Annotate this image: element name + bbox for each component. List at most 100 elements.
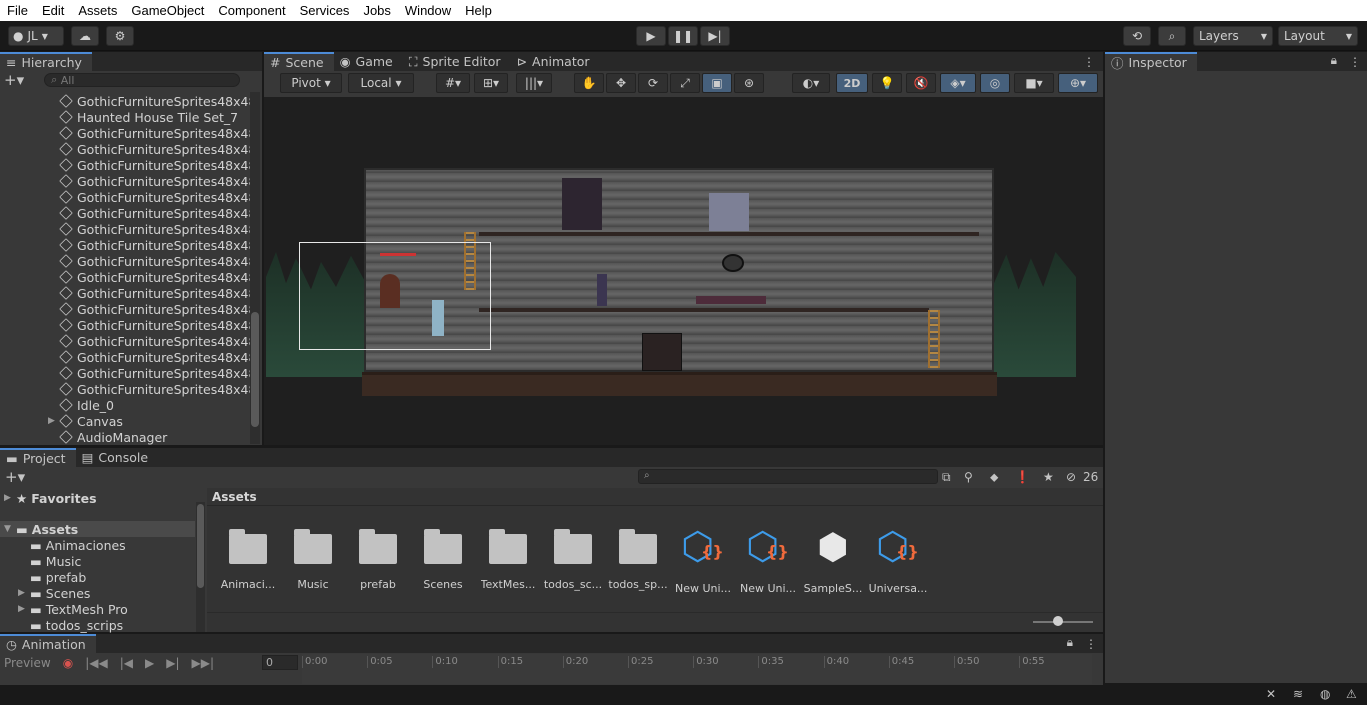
hierarchy-item[interactable]: GothicFurnitureSprites48x48_3: [48, 93, 250, 109]
asset-item[interactable]: TextMes...: [478, 528, 538, 591]
last-key-icon[interactable]: ▶▶|: [192, 656, 215, 670]
record-icon[interactable]: ◉: [63, 656, 73, 670]
asset-item[interactable]: Animaci...: [218, 528, 278, 591]
hierarchy-item[interactable]: GothicFurnitureSprites48x48_1: [48, 125, 250, 141]
camera-dropdown[interactable]: ■▾: [1014, 73, 1054, 93]
asset-item[interactable]: ⬡{} New Uni...: [673, 524, 733, 595]
menu-component[interactable]: Component: [211, 3, 292, 18]
undo-history-button[interactable]: ⟲: [1123, 26, 1151, 46]
collab-button[interactable]: ⚙: [106, 26, 134, 46]
hierarchy-item[interactable]: GothicFurnitureSprites48x48_14: [48, 333, 250, 349]
folder-item[interactable]: ▬ Animaciones: [18, 537, 126, 553]
tab-game[interactable]: ◉ Game: [334, 52, 403, 71]
rect-tool-button[interactable]: ▣: [702, 73, 732, 93]
hierarchy-item[interactable]: GothicFurnitureSprites48x48_17: [48, 381, 250, 397]
cache-icon[interactable]: ≋: [1293, 687, 1303, 701]
asset-item[interactable]: todos_sc...: [543, 528, 603, 591]
prev-key-icon[interactable]: |◀: [120, 656, 133, 670]
auto-generate-icon[interactable]: ◍: [1320, 687, 1330, 701]
play-button[interactable]: ▶: [636, 26, 666, 46]
tab-console[interactable]: ▤ Console: [76, 448, 158, 467]
tab-sprite-editor[interactable]: ⛶ Sprite Editor: [403, 52, 511, 71]
local-dropdown[interactable]: Local ▾: [348, 73, 414, 93]
step-button[interactable]: ▶|: [700, 26, 730, 46]
gizmos-dropdown[interactable]: ⊕▾: [1058, 73, 1098, 93]
tab-hierarchy[interactable]: ≡ Hierarchy: [0, 52, 92, 71]
more-options-icon[interactable]: ⋮: [1075, 55, 1103, 71]
pause-button[interactable]: ❚❚: [668, 26, 698, 46]
hierarchy-item[interactable]: GothicFurnitureSprites48x48_2: [48, 141, 250, 157]
menu-gameobject[interactable]: GameObject: [124, 3, 211, 18]
debug-icon[interactable]: ✕: [1266, 687, 1276, 701]
layout-dropdown[interactable]: Layout ▼: [1278, 26, 1358, 46]
hierarchy-item[interactable]: GothicFurnitureSprites48x48_10: [48, 269, 250, 285]
hierarchy-item[interactable]: GothicFurnitureSprites48x48_16: [48, 365, 250, 381]
audio-button[interactable]: 🔇: [906, 73, 936, 93]
tab-scene[interactable]: # Scene: [264, 52, 334, 71]
hierarchy-item[interactable]: GothicFurnitureSprites48x48_11: [48, 285, 250, 301]
notification-icon[interactable]: ⚠: [1346, 687, 1357, 701]
expand-arrow-icon[interactable]: ▶: [18, 588, 30, 598]
filter-icon[interactable]: ⚲: [964, 470, 973, 484]
next-key-icon[interactable]: ▶|: [166, 656, 179, 670]
hierarchy-item[interactable]: GothicFurnitureSprites48x48_9: [48, 253, 250, 269]
move-tool-button[interactable]: ✥: [606, 73, 636, 93]
zoom-slider-thumb[interactable]: [1053, 616, 1063, 626]
cloud-button[interactable]: ☁: [71, 26, 99, 46]
project-search-input[interactable]: ⌕: [638, 469, 938, 484]
asset-item[interactable]: prefab: [348, 528, 408, 591]
scale-tool-button[interactable]: ⤢: [670, 73, 700, 93]
tab-inspector[interactable]: ⓘ Inspector: [1105, 52, 1197, 71]
effects-dropdown[interactable]: ◈▾: [940, 73, 976, 93]
preview-button[interactable]: Preview: [4, 656, 51, 670]
tab-animator[interactable]: ⊳ Animator: [511, 52, 600, 71]
hierarchy-item[interactable]: GothicFurnitureSprites48x48_6: [48, 205, 250, 221]
scene-canvas[interactable]: [264, 98, 1103, 445]
first-key-icon[interactable]: |◀◀: [85, 656, 108, 670]
star-icon[interactable]: ★: [1043, 470, 1054, 484]
warning-icon[interactable]: ❗: [1015, 470, 1030, 484]
label-icon[interactable]: ⬥: [990, 470, 998, 485]
account-dropdown[interactable]: ● JL ▼: [8, 26, 64, 46]
timeline-ruler[interactable]: 0:00 0:05 0:10 0:15 0:20 0:25 0:30 0:35 0:40 0:45…: [302, 654, 1092, 684]
assets-root-item[interactable]: ▼ ▬ Assets: [0, 521, 195, 537]
tab-animation[interactable]: ◷ Animation: [0, 634, 96, 653]
align-button[interactable]: |||▾: [516, 73, 552, 93]
scrollbar-thumb[interactable]: [197, 504, 204, 588]
hand-tool-button[interactable]: ✋: [574, 73, 604, 93]
hierarchy-item[interactable]: Idle_0: [48, 397, 114, 413]
scrollbar-thumb[interactable]: [251, 312, 259, 427]
asset-item[interactable]: ⬢ SampleS...: [803, 528, 863, 596]
hierarchy-item[interactable]: Haunted House Tile Set_7: [48, 109, 238, 125]
hierarchy-item[interactable]: GothicFurnitureSprites48x48_3: [48, 157, 250, 173]
favorites-item[interactable]: ▶ ★ Favorites: [4, 490, 97, 506]
menu-services[interactable]: Services: [293, 3, 357, 18]
hierarchy-item[interactable]: GothicFurnitureSprites48x48_15: [48, 349, 250, 365]
search-button[interactable]: ⌕: [1158, 26, 1186, 46]
menu-file[interactable]: File: [0, 3, 35, 18]
add-icon[interactable]: +▾: [0, 468, 25, 486]
grid-snap-button[interactable]: #▾: [436, 73, 470, 93]
hierarchy-item[interactable]: ▶ Canvas: [48, 413, 123, 429]
hierarchy-item[interactable]: GothicFurnitureSprites48x48_5: [48, 189, 250, 205]
play-icon[interactable]: ▶: [145, 656, 154, 670]
assets-breadcrumb[interactable]: Assets: [212, 490, 257, 504]
asset-item[interactable]: todos_sp...: [608, 528, 668, 591]
add-icon[interactable]: +▾: [4, 71, 24, 89]
lighting-button[interactable]: 💡: [872, 73, 902, 93]
lock-icon[interactable]: 🔒︎: [1061, 635, 1079, 653]
asset-item[interactable]: ⬡{} New Uni...: [738, 524, 798, 595]
zoom-slider-track[interactable]: [1033, 621, 1093, 623]
hierarchy-item[interactable]: GothicFurnitureSprites48x48_7: [48, 221, 250, 237]
menu-edit[interactable]: Edit: [35, 3, 71, 18]
hierarchy-item[interactable]: GothicFurnitureSprites48x48_8: [48, 237, 250, 253]
layers-dropdown[interactable]: Layers ▼: [1193, 26, 1273, 46]
search-by-type-icon[interactable]: ⧉: [942, 470, 951, 485]
lock-icon[interactable]: 🔒︎: [1325, 53, 1343, 71]
expand-arrow-icon[interactable]: ▶: [48, 416, 60, 426]
hierarchy-item[interactable]: GothicFurnitureSprites48x48_12: [48, 301, 250, 317]
tab-project[interactable]: ▬ Project: [0, 448, 76, 467]
hierarchy-item[interactable]: AudioManager: [48, 429, 167, 445]
more-options-icon[interactable]: ⋮: [1343, 55, 1367, 71]
frame-input[interactable]: 0: [262, 655, 298, 670]
